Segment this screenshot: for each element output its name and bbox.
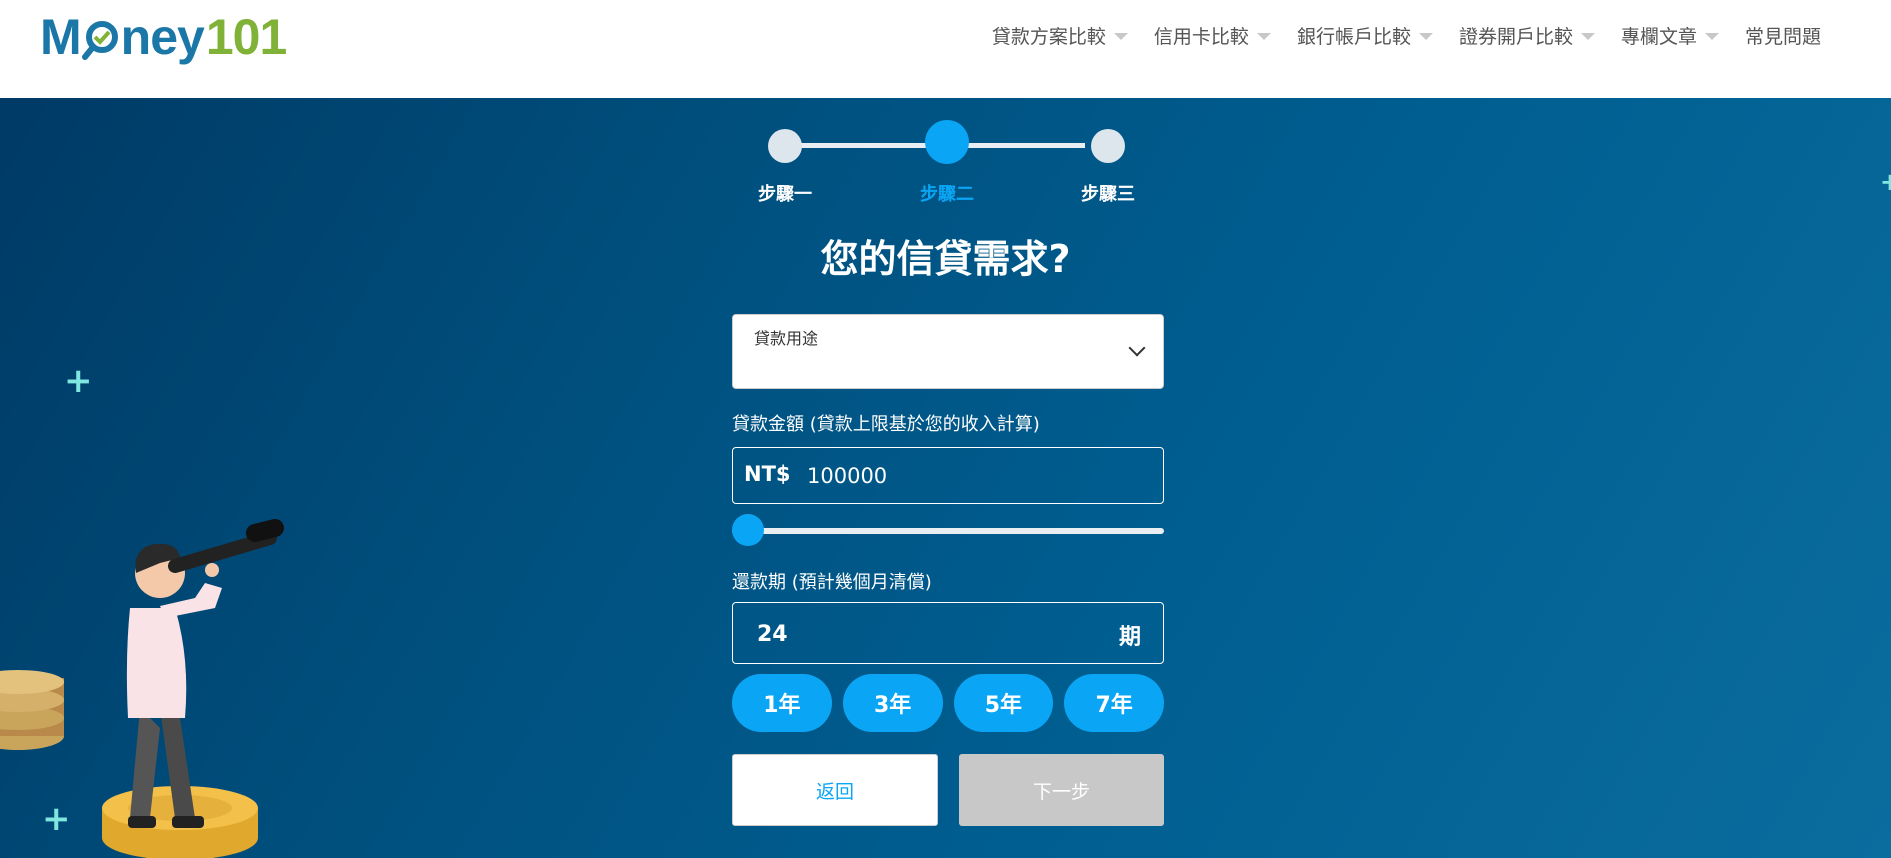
nav-securities-compare[interactable]: 證券開戶比較 (1459, 22, 1595, 49)
nav-loan-compare[interactable]: 貸款方案比較 (992, 22, 1128, 49)
term-7-year-button[interactable]: 7年 (1064, 674, 1164, 732)
caret-down-icon (1256, 33, 1271, 40)
chevron-down-icon (1128, 339, 1146, 357)
caret-down-icon (1113, 33, 1128, 40)
main-nav: 貸款方案比較 信用卡比較 銀行帳戶比較 證券開戶比較 專欄文章 常見問題 (992, 22, 1821, 49)
caret-down-icon (1704, 33, 1719, 40)
step-dot-3 (1091, 129, 1125, 163)
hero-section: + + 步驟一 步驟二 步驟三 您的信貸需求? 貸款用途 貸款金額 (貸款上限基… (0, 98, 1891, 858)
repayment-term-input[interactable] (755, 617, 1055, 651)
nav-label: 信用卡比較 (1153, 26, 1249, 48)
page-title: 您的信貸需求? (820, 237, 1071, 281)
term-unit: 期 (1118, 625, 1141, 650)
step-dot-2 (925, 120, 969, 164)
nav-articles[interactable]: 專欄文章 (1621, 22, 1719, 49)
nav-label: 銀行帳戶比較 (1296, 26, 1411, 48)
nav-label: 常見問題 (1744, 26, 1821, 48)
currency-prefix: NT$ (744, 462, 791, 486)
step-label-1: 步驟一 (758, 184, 812, 205)
term-5-year-button[interactable]: 5年 (953, 674, 1054, 732)
money101-logo[interactable]: M ney 101 (40, 2, 287, 72)
repayment-term-label: 還款期 (預計幾個月清償) (732, 572, 932, 593)
nav-label: 證券開戶比較 (1458, 26, 1573, 48)
next-button[interactable]: 下一步 (959, 754, 1164, 826)
nav-faq[interactable]: 常見問題 (1745, 22, 1821, 49)
loan-amount-slider-handle[interactable] (732, 514, 764, 546)
progress-stepper: 步驟一 步驟二 步驟三 (758, 120, 1140, 216)
logo-word: ney (120, 9, 205, 65)
telescope-icon (168, 531, 277, 573)
caret-down-icon (1418, 33, 1433, 40)
step-label-2: 步驟二 (920, 184, 974, 205)
nav-label: 貸款方案比較 (991, 26, 1106, 48)
step-label-3: 步驟三 (1081, 184, 1135, 205)
nav-credit-card-compare[interactable]: 信用卡比較 (1154, 22, 1271, 49)
term-3-year-button[interactable]: 3年 (842, 674, 943, 732)
loan-amount-input[interactable] (805, 458, 1145, 494)
loan-purpose-label: 貸款用途 (754, 329, 819, 348)
logo-letter: M (40, 9, 82, 65)
plus-decoration-icon: + (1880, 168, 1891, 196)
coin-stack-icon (0, 670, 64, 750)
step-dot-1 (768, 129, 802, 163)
loan-amount-field: NT$ (732, 447, 1164, 504)
repayment-term-field: 期 (732, 602, 1164, 664)
nav-bank-account-compare[interactable]: 銀行帳戶比較 (1297, 22, 1433, 49)
back-button[interactable]: 返回 (732, 754, 938, 826)
quick-term-buttons: 1年 3年 5年 7年 (732, 674, 1164, 732)
loan-amount-slider-track[interactable] (732, 528, 1164, 534)
logo-number: 101 (205, 9, 287, 65)
nav-label: 專欄文章 (1620, 26, 1697, 48)
magnifier-icon (81, 17, 120, 60)
loan-purpose-select[interactable]: 貸款用途 (732, 314, 1164, 389)
caret-down-icon (1580, 33, 1595, 40)
telescope-man-illustration (0, 519, 284, 858)
site-header: M ney 101 貸款方案比較 信用卡比較 銀行帳戶比較 證券開戶比較 專欄文… (0, 0, 1891, 98)
term-1-year-button[interactable]: 1年 (732, 674, 832, 732)
loan-amount-label: 貸款金額 (貸款上限基於您的收入計算) (732, 414, 1040, 435)
plus-decoration-icon: + (64, 361, 93, 401)
